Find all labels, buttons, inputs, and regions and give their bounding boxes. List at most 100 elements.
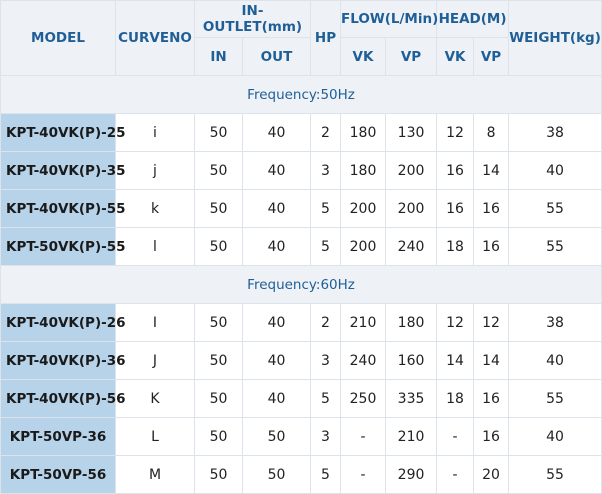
weight-header: WEIGHT(kg) <box>508 0 602 76</box>
head-vk-cell: - <box>436 417 475 456</box>
weight-cell: 55 <box>508 379 602 418</box>
head-vp-cell: 16 <box>473 189 510 228</box>
out-cell: 40 <box>241 151 312 190</box>
in-cell: 50 <box>194 113 243 152</box>
model-header: MODEL <box>0 0 116 76</box>
model-cell: KPT-40VK(P)-25 <box>0 113 126 152</box>
curve-cell: L <box>115 417 195 456</box>
table-row: KPT-50VP-56 M 50 50 5-290-20 55 <box>0 455 602 494</box>
head-vp-cell: 16 <box>473 379 510 418</box>
in-outlet-header: IN-OUTLET(mm) <box>193 0 312 38</box>
in-cell: 50 <box>194 151 243 190</box>
flow-vk-cell: 200 <box>340 227 387 266</box>
curve-cell: M <box>115 455 195 494</box>
hp-cell: 5 <box>310 227 342 266</box>
head-header: HEAD(M) <box>436 0 510 38</box>
hp-cell: 3 <box>310 341 342 380</box>
head-vk-cell: 18 <box>436 379 475 418</box>
out-cell: 50 <box>241 417 312 456</box>
model-cell: KPT-40VK(P)-56 <box>0 379 126 418</box>
flow-vp-cell: 335 <box>385 379 438 418</box>
flow-vp-cell: 200 <box>385 189 438 228</box>
head-vp-cell: 12 <box>473 303 510 342</box>
flow-vk-cell: - <box>340 417 387 456</box>
curve-cell: J <box>115 341 195 380</box>
curveno-header: CURVENO <box>115 0 195 76</box>
model-cell: KPT-40VK(P)-26 <box>0 303 126 342</box>
head-vp-cell: 16 <box>473 417 510 456</box>
curve-cell: k <box>115 189 195 228</box>
curve-cell: i <box>115 113 195 152</box>
flow-vk-cell: 240 <box>340 341 387 380</box>
weight-cell: 40 <box>508 417 602 456</box>
hp-cell: 5 <box>310 455 342 494</box>
in-cell: 50 <box>194 455 243 494</box>
in-cell: 50 <box>194 189 243 228</box>
table-row: KPT-40VK(P)-56 K 50 40 5 250 335 18 16 55 <box>0 379 602 418</box>
flow-vp-cell: 210 <box>385 417 438 456</box>
head-vk-cell: - <box>436 455 475 494</box>
out-cell: 40 <box>241 189 312 228</box>
hp-cell: 3 <box>310 417 342 456</box>
head-vk-subheader: VK <box>436 37 475 76</box>
curve-cell: j <box>115 151 195 190</box>
flow-vk-cell: 250 <box>340 379 387 418</box>
head-vp-cell: 20 <box>473 455 510 494</box>
out-cell: 40 <box>241 113 312 152</box>
flow-vk-subheader: VK <box>340 37 387 76</box>
in-cell: 50 <box>194 227 243 266</box>
table-row: KPT-40VK(P)-55 k 50 40 5 200 200 16 16 55 <box>0 189 602 228</box>
in-cell: 50 <box>194 341 243 380</box>
head-vk-cell: 16 <box>436 151 475 190</box>
head-vp-cell: 14 <box>473 341 510 380</box>
flow-vp-cell: 290 <box>385 455 438 494</box>
hp-cell: 2 <box>310 303 342 342</box>
head-vp-subheader: VP <box>473 37 510 76</box>
out-cell: 40 <box>241 379 312 418</box>
frequency-label: Frequency:60Hz <box>0 265 602 304</box>
out-cell: 50 <box>241 455 312 494</box>
curve-cell: I <box>115 303 195 342</box>
pump-spec-table: MODEL CURVENO IN-OUTLET(mm) HP FLOW(L/Mi… <box>0 0 602 494</box>
head-vk-cell: 16 <box>436 189 475 228</box>
model-cell: KPT-50VK(P)-55 <box>0 227 126 266</box>
flow-vp-cell: 180 <box>385 303 438 342</box>
curve-cell: l <box>115 227 195 266</box>
weight-cell: 55 <box>508 189 602 228</box>
head-vp-cell: 8 <box>473 113 510 152</box>
flow-header: FLOW(L/Min) <box>340 0 438 38</box>
head-vp-cell: 16 <box>473 227 510 266</box>
table-row: KPT-50VK(P)-55 l 50 40 5 200 240 18 16 55 <box>0 227 602 266</box>
table-row: KPT-40VK(P)-26 I 50 40 2 210 180 12 12 38 <box>0 303 602 342</box>
table-row: KPT-50VP-36 L 50 50 3-210-16 40 <box>0 417 602 456</box>
out-cell: 40 <box>241 303 312 342</box>
flow-vp-subheader: VP <box>385 37 438 76</box>
flow-vp-cell: 200 <box>385 151 438 190</box>
flow-vp-cell: 160 <box>385 341 438 380</box>
model-cell: KPT-40VK(P)-35 <box>0 151 126 190</box>
weight-cell: 40 <box>508 341 602 380</box>
hp-cell: 5 <box>310 189 342 228</box>
weight-cell: 55 <box>508 455 602 494</box>
flow-vk-cell: 200 <box>340 189 387 228</box>
table-row: KPT-40VK(P)-36 J 50 40 3 240 160 14 14 40 <box>0 341 602 380</box>
hp-cell: 2 <box>310 113 342 152</box>
head-vk-cell: 12 <box>436 303 475 342</box>
weight-cell: 38 <box>508 113 602 152</box>
table-header: MODEL CURVENO IN-OUTLET(mm) HP FLOW(L/Mi… <box>0 0 602 76</box>
model-cell: KPT-40VK(P)-55 <box>0 189 126 228</box>
frequency-row: Frequency:50Hz <box>0 75 602 114</box>
flow-vp-cell: 240 <box>385 227 438 266</box>
out-cell: 40 <box>241 227 312 266</box>
flow-vk-cell: - <box>340 455 387 494</box>
table-row: KPT-40VK(P)-35 j 50 40 3 180 200 16 14 40 <box>0 151 602 190</box>
head-vk-cell: 18 <box>436 227 475 266</box>
hp-cell: 3 <box>310 151 342 190</box>
model-cell: KPT-50VP-36 <box>0 417 116 456</box>
model-cell: KPT-50VP-56 <box>0 455 116 494</box>
model-cell: KPT-40VK(P)-36 <box>0 341 126 380</box>
frequency-row: Frequency:60Hz <box>0 265 602 304</box>
in-cell: 50 <box>194 417 243 456</box>
head-vp-cell: 14 <box>473 151 510 190</box>
in-cell: 50 <box>194 303 243 342</box>
